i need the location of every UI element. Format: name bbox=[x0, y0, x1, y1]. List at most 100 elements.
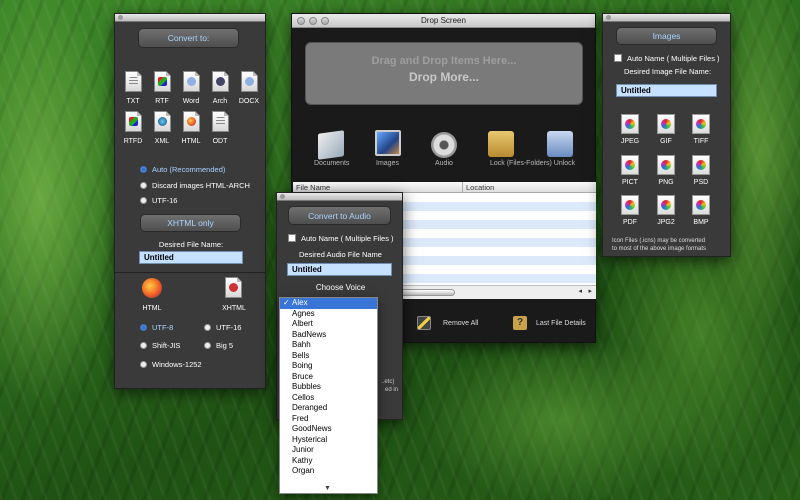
file-name-field[interactable]: Untitled bbox=[139, 251, 243, 264]
jpeg-icon[interactable] bbox=[621, 114, 639, 134]
unlock-icon[interactable] bbox=[547, 131, 573, 157]
discard-images-radio[interactable] bbox=[140, 182, 147, 189]
voice-option[interactable]: Hysterical bbox=[280, 435, 377, 446]
png-icon[interactable] bbox=[657, 155, 675, 175]
word-icon[interactable] bbox=[183, 71, 200, 92]
scroll-left-icon[interactable]: ◂ bbox=[578, 287, 582, 295]
close-icon[interactable] bbox=[280, 194, 285, 199]
panel-titlebar[interactable] bbox=[603, 14, 730, 22]
close-icon[interactable] bbox=[118, 15, 123, 20]
voice-list-items[interactable]: AlexAgnesAlbertBadNewsBahhBellsBoingBruc… bbox=[280, 298, 377, 477]
html-label: HTML bbox=[142, 305, 162, 312]
jpg2-icon[interactable] bbox=[657, 195, 675, 215]
remove-all-label[interactable]: Remove All bbox=[443, 320, 478, 327]
voice-option[interactable]: Junior bbox=[280, 445, 377, 456]
drop-more-text: Drop More... bbox=[408, 70, 479, 84]
drop-zone[interactable]: Drag and Drop Items Here... Drop More... bbox=[305, 42, 583, 105]
voice-option[interactable]: Deranged bbox=[280, 403, 377, 414]
window-title: Drop Screen bbox=[421, 16, 466, 25]
pict-icon[interactable] bbox=[621, 155, 639, 175]
txt-icon[interactable] bbox=[125, 71, 142, 92]
format-label-txt: TXT bbox=[126, 98, 140, 105]
utf8-label: UTF-8 bbox=[152, 323, 174, 332]
audio-icon[interactable] bbox=[431, 132, 457, 158]
scroll-down-icon[interactable]: ▼ bbox=[324, 485, 331, 492]
voice-option[interactable]: GoodNews bbox=[280, 424, 377, 435]
auto-name-checkbox[interactable] bbox=[614, 54, 622, 62]
xhtml-only-button[interactable]: XHTML only bbox=[140, 214, 241, 232]
convert-to-audio-button[interactable]: Convert to Audio bbox=[288, 206, 391, 225]
voice-option[interactable]: Bruce bbox=[280, 372, 377, 383]
tiff-icon[interactable] bbox=[692, 114, 710, 134]
panel-titlebar[interactable] bbox=[277, 193, 402, 201]
voice-option[interactable]: Alex bbox=[280, 298, 377, 309]
arch-icon[interactable] bbox=[212, 71, 229, 92]
big5-radio[interactable] bbox=[204, 342, 211, 349]
documents-icon[interactable] bbox=[318, 130, 344, 160]
images-icon[interactable] bbox=[375, 130, 401, 156]
voice-option[interactable]: Bahh bbox=[280, 340, 377, 351]
bmp-icon[interactable] bbox=[692, 195, 710, 215]
format-label-rtfd: RTFD bbox=[123, 138, 143, 145]
last-file-details-label[interactable]: Last File Details bbox=[536, 320, 586, 327]
format-label-docx: DOCX bbox=[238, 98, 260, 105]
close-button[interactable] bbox=[297, 17, 305, 25]
question-icon[interactable]: ? bbox=[513, 316, 527, 330]
utf16-encoding-radio[interactable] bbox=[204, 324, 211, 331]
odt-icon[interactable] bbox=[212, 111, 229, 132]
utf16-radio[interactable] bbox=[140, 197, 147, 204]
scroll-right-icon[interactable]: ▸ bbox=[588, 287, 592, 295]
voice-option[interactable]: Organ bbox=[280, 466, 377, 477]
audio-file-name-label: Desired Audio File Name bbox=[299, 250, 382, 259]
gif-icon[interactable] bbox=[657, 114, 675, 134]
rtfd-icon[interactable] bbox=[125, 111, 142, 132]
pdf-label: PDF bbox=[623, 219, 637, 226]
voice-option[interactable]: Agnes bbox=[280, 309, 377, 320]
voice-option[interactable]: Kathy bbox=[280, 456, 377, 467]
auto-name-label: Auto Name ( Multiple Files ) bbox=[627, 54, 720, 63]
xhtml-icon[interactable] bbox=[225, 277, 242, 298]
voice-option[interactable]: BadNews bbox=[280, 330, 377, 341]
voice-option[interactable]: Fred bbox=[280, 414, 377, 425]
icns-note-line2: to most of the above image formats bbox=[612, 246, 707, 252]
convert-to-button[interactable]: Convert to: bbox=[138, 28, 239, 48]
lock-icon[interactable] bbox=[488, 131, 514, 157]
firefox-icon[interactable] bbox=[142, 278, 162, 298]
gif-label: GIF bbox=[660, 138, 672, 145]
rtf-icon[interactable] bbox=[154, 71, 171, 92]
docx-icon[interactable] bbox=[241, 71, 258, 92]
voice-option[interactable]: Bells bbox=[280, 351, 377, 362]
format-label-rtf: RTF bbox=[155, 98, 169, 105]
auto-name-checkbox[interactable] bbox=[288, 234, 296, 242]
image-file-name-field[interactable]: Untitled bbox=[616, 84, 717, 97]
voice-option[interactable]: Cellos bbox=[280, 393, 377, 404]
images-button[interactable]: Images bbox=[616, 27, 717, 45]
windows-1252-radio[interactable] bbox=[140, 361, 147, 368]
psd-icon[interactable] bbox=[692, 155, 710, 175]
zoom-button[interactable] bbox=[321, 17, 329, 25]
minimize-button[interactable] bbox=[309, 17, 317, 25]
window-titlebar[interactable]: Drop Screen bbox=[292, 14, 595, 28]
auto-name-label: Auto Name ( Multiple Files ) bbox=[301, 234, 394, 243]
pict-label: PICT bbox=[622, 179, 638, 186]
auto-radio[interactable] bbox=[140, 166, 147, 173]
utf8-radio[interactable] bbox=[140, 324, 147, 331]
choose-voice-label: Choose Voice bbox=[315, 283, 366, 292]
column-file-name[interactable]: File Name bbox=[296, 183, 330, 192]
voice-option[interactable]: Albert bbox=[280, 319, 377, 330]
category-documents-label: Documents bbox=[314, 160, 350, 167]
html-icon[interactable] bbox=[183, 111, 200, 132]
xml-icon[interactable] bbox=[154, 111, 171, 132]
audio-file-name-field[interactable]: Untitled bbox=[287, 263, 392, 276]
panel-titlebar[interactable] bbox=[115, 14, 265, 22]
voice-dropdown[interactable]: ⇕ AlexAgnesAlbertBadNewsBahhBellsBoingBr… bbox=[279, 297, 378, 494]
shift-jis-radio[interactable] bbox=[140, 342, 147, 349]
close-icon[interactable] bbox=[606, 15, 611, 20]
column-location[interactable]: Location bbox=[466, 183, 494, 192]
pdf-icon[interactable] bbox=[621, 195, 639, 215]
remove-all-icon[interactable] bbox=[417, 316, 431, 330]
psd-label: PSD bbox=[693, 179, 709, 186]
voice-option[interactable]: Bubbles bbox=[280, 382, 377, 393]
voice-option[interactable]: Boing bbox=[280, 361, 377, 372]
drop-instructions: Drag and Drop Items Here... bbox=[371, 55, 517, 67]
